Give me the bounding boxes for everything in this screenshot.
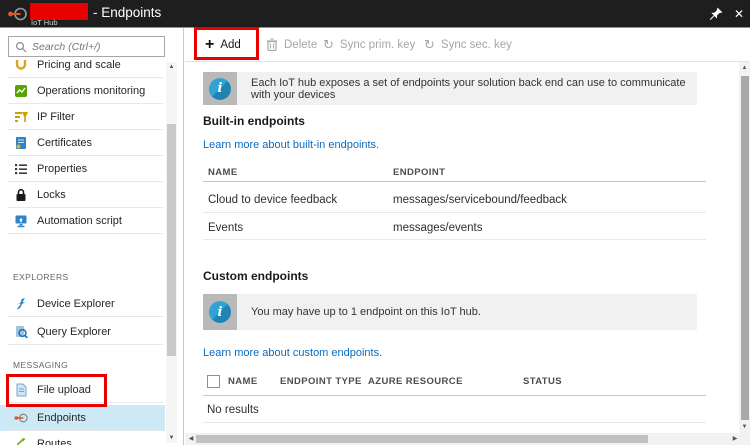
scroll-down-icon[interactable]: ▼ (739, 422, 750, 432)
custom-info-banner: i You may have up to 1 endpoint on this … (203, 294, 697, 330)
automation-script-icon (13, 214, 28, 229)
sidebar-item-label: Certificates (37, 137, 93, 149)
blade-subtitle: IoT Hub (31, 18, 58, 27)
properties-icon (13, 162, 28, 177)
operations-monitoring-icon (13, 84, 28, 99)
builtin-info-banner: i Each IoT hub exposes a set of endpoint… (203, 72, 697, 105)
builtin-col-name: NAME (208, 167, 238, 178)
builtin-info-text: Each IoT hub exposes a set of endpoints … (251, 76, 686, 101)
scrollbar-thumb[interactable] (167, 124, 176, 356)
blade-title-bar: - Endpoints IoT Hub ✕ (0, 0, 750, 28)
scroll-up-icon[interactable]: ▲ (739, 63, 750, 73)
endpoints-icon (7, 4, 28, 29)
custom-col-name: NAME (228, 376, 258, 387)
sidebar-item-label: Endpoints (37, 412, 86, 424)
certificates-icon (13, 136, 28, 151)
scroll-down-icon[interactable]: ▼ (166, 433, 177, 443)
scroll-right-icon[interactable]: ▶ (730, 435, 740, 444)
sidebar-item-label: File upload (37, 384, 91, 396)
info-icon-box: i (203, 294, 237, 330)
scroll-left-icon[interactable]: ◀ (186, 435, 196, 444)
custom-col-azure-resource: AZURE RESOURCE (368, 376, 463, 387)
file-upload-icon (13, 383, 28, 398)
ip-filter-icon (13, 110, 28, 125)
sync-primary-key-button[interactable]: ↻ Sync prim. key (323, 28, 415, 61)
sidebar-item-endpoints[interactable]: Endpoints (0, 405, 165, 431)
select-all-checkbox[interactable] (207, 375, 220, 388)
pricing-scale-icon (13, 58, 28, 73)
sidebar-item-label: Pricing and scale (37, 59, 121, 71)
query-explorer-icon (13, 325, 28, 340)
pushpin-icon[interactable] (708, 6, 726, 24)
sidebar-item-automation-script[interactable]: Automation script (0, 208, 165, 234)
search-icon (15, 41, 27, 52)
info-icon-box: i (203, 72, 237, 105)
builtin-col-endpoint: ENDPOINT (393, 167, 446, 178)
sidebar-item-routes[interactable]: Routes (0, 431, 165, 445)
custom-learn-more-link[interactable]: Learn more about custom endpoints. (203, 347, 382, 359)
blade-title: - Endpoints (93, 5, 162, 20)
sidebar-item-label: IP Filter (37, 111, 75, 123)
lock-icon (13, 188, 28, 203)
info-icon: i (209, 77, 231, 100)
endpoint-name: Events (208, 222, 244, 234)
sidebar-section-messaging: MESSAGING (13, 360, 69, 370)
sidebar-item-label: Locks (37, 189, 66, 201)
trash-icon (266, 38, 278, 51)
scrollbar-thumb[interactable] (196, 435, 648, 443)
routes-icon (13, 437, 28, 445)
sidebar-item-ip-filter[interactable]: IP Filter (0, 104, 165, 130)
endpoints-icon (13, 411, 28, 426)
sidebar-item-label: Routes (37, 438, 72, 445)
add-button[interactable]: + Add (205, 28, 241, 61)
refresh-icon: ↻ (323, 37, 334, 52)
endpoint-name: Cloud to device feedback (208, 194, 338, 206)
sidebar-item-label: Query Explorer (37, 326, 111, 338)
sidebar-item-file-upload[interactable]: File upload (0, 377, 165, 403)
plus-icon: + (205, 35, 215, 53)
sidebar-item-pricing-and-scale[interactable]: Pricing and scale (0, 52, 165, 78)
custom-col-status: STATUS (523, 376, 562, 387)
no-results-text: No results (207, 404, 259, 416)
delete-button[interactable]: Delete (266, 28, 317, 61)
sidebar-item-label: Device Explorer (37, 298, 115, 310)
sidebar-item-operations-monitoring[interactable]: Operations monitoring (0, 78, 165, 104)
builtin-learn-more-link[interactable]: Learn more about built-in endpoints. (203, 139, 379, 151)
close-icon[interactable]: ✕ (730, 5, 748, 23)
endpoint-value: messages/events (393, 222, 483, 234)
sidebar-item-properties[interactable]: Properties (0, 156, 165, 182)
custom-col-endpoint-type: ENDPOINT TYPE (280, 376, 362, 387)
scroll-up-icon[interactable]: ▲ (166, 62, 177, 72)
refresh-icon: ↻ (424, 37, 435, 52)
sidebar-item-device-explorer[interactable]: Device Explorer (0, 291, 165, 317)
sidebar-item-label: Automation script (37, 215, 122, 227)
sidebar-item-query-explorer[interactable]: Query Explorer (0, 319, 165, 345)
sidebar-section-explorers: EXPLORERS (13, 272, 69, 282)
device-explorer-icon (13, 297, 28, 312)
azure-portal-blade: - Endpoints IoT Hub ✕ Pricing and scale … (0, 0, 750, 445)
blade-menu-sidebar: Pricing and scale Operations monitoring … (0, 28, 184, 445)
sidebar-item-locks[interactable]: Locks (0, 182, 165, 208)
builtin-heading: Built-in endpoints (203, 114, 305, 128)
info-icon: i (209, 301, 231, 323)
custom-info-text: You may have up to 1 endpoint on this Io… (251, 306, 481, 318)
search-input[interactable] (32, 40, 150, 53)
endpoints-content: i Each IoT hub exposes a set of endpoint… (185, 62, 739, 433)
endpoint-value: messages/servicebound/feedback (393, 194, 567, 206)
command-bar: + Add Delete ↻ Sync prim. key ↻ Sync sec… (185, 28, 750, 62)
sidebar-item-label: Properties (37, 163, 88, 175)
content-horizontal-scrollbar[interactable]: ◀ ▶ (185, 433, 750, 445)
custom-heading: Custom endpoints (203, 269, 309, 283)
sync-secondary-key-button[interactable]: ↻ Sync sec. key (424, 28, 512, 61)
sidebar-scrollbar[interactable]: ▲ ▼ (166, 62, 177, 443)
sidebar-item-certificates[interactable]: Certificates (0, 130, 165, 156)
sidebar-item-label: Operations monitoring (37, 85, 146, 97)
scrollbar-thumb[interactable] (741, 76, 749, 420)
content-vertical-scrollbar[interactable]: ▲ ▼ (739, 62, 750, 433)
